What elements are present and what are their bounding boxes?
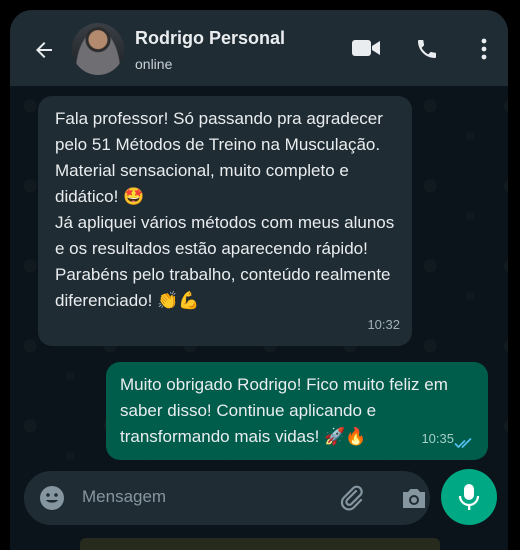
message-time: 10:32 xyxy=(367,317,400,332)
message-composer: Mensagem xyxy=(24,471,430,525)
message-time: 10:35 xyxy=(421,431,454,446)
chat-header: Rodrigo Personal online xyxy=(10,10,508,86)
outgoing-message[interactable]: Muito obrigado Rodrigo! Fico muito feliz… xyxy=(106,362,488,460)
mic-button[interactable] xyxy=(441,469,497,525)
incoming-message[interactable]: Fala professor! Só passando pra agradece… xyxy=(38,96,412,346)
more-options-icon[interactable] xyxy=(474,37,494,61)
camera-icon[interactable] xyxy=(400,485,428,511)
back-arrow-icon[interactable] xyxy=(32,38,56,62)
message-input[interactable]: Mensagem xyxy=(82,487,166,507)
chat-screen: Rodrigo Personal online Fala professor! … xyxy=(10,10,508,550)
message-list[interactable]: Fala professor! Só passando pra agradece… xyxy=(10,86,508,472)
mic-icon xyxy=(458,484,480,510)
avatar[interactable] xyxy=(72,23,124,75)
contact-status: online xyxy=(135,56,173,72)
video-call-icon[interactable] xyxy=(351,37,381,59)
attach-icon[interactable] xyxy=(338,484,366,512)
read-ticks-icon xyxy=(454,437,472,449)
contact-name[interactable]: Rodrigo Personal xyxy=(135,28,285,49)
phone-call-icon[interactable] xyxy=(415,37,439,61)
emoji-icon[interactable] xyxy=(39,485,65,511)
message-text: Fala professor! Só passando pra agradece… xyxy=(55,109,395,310)
